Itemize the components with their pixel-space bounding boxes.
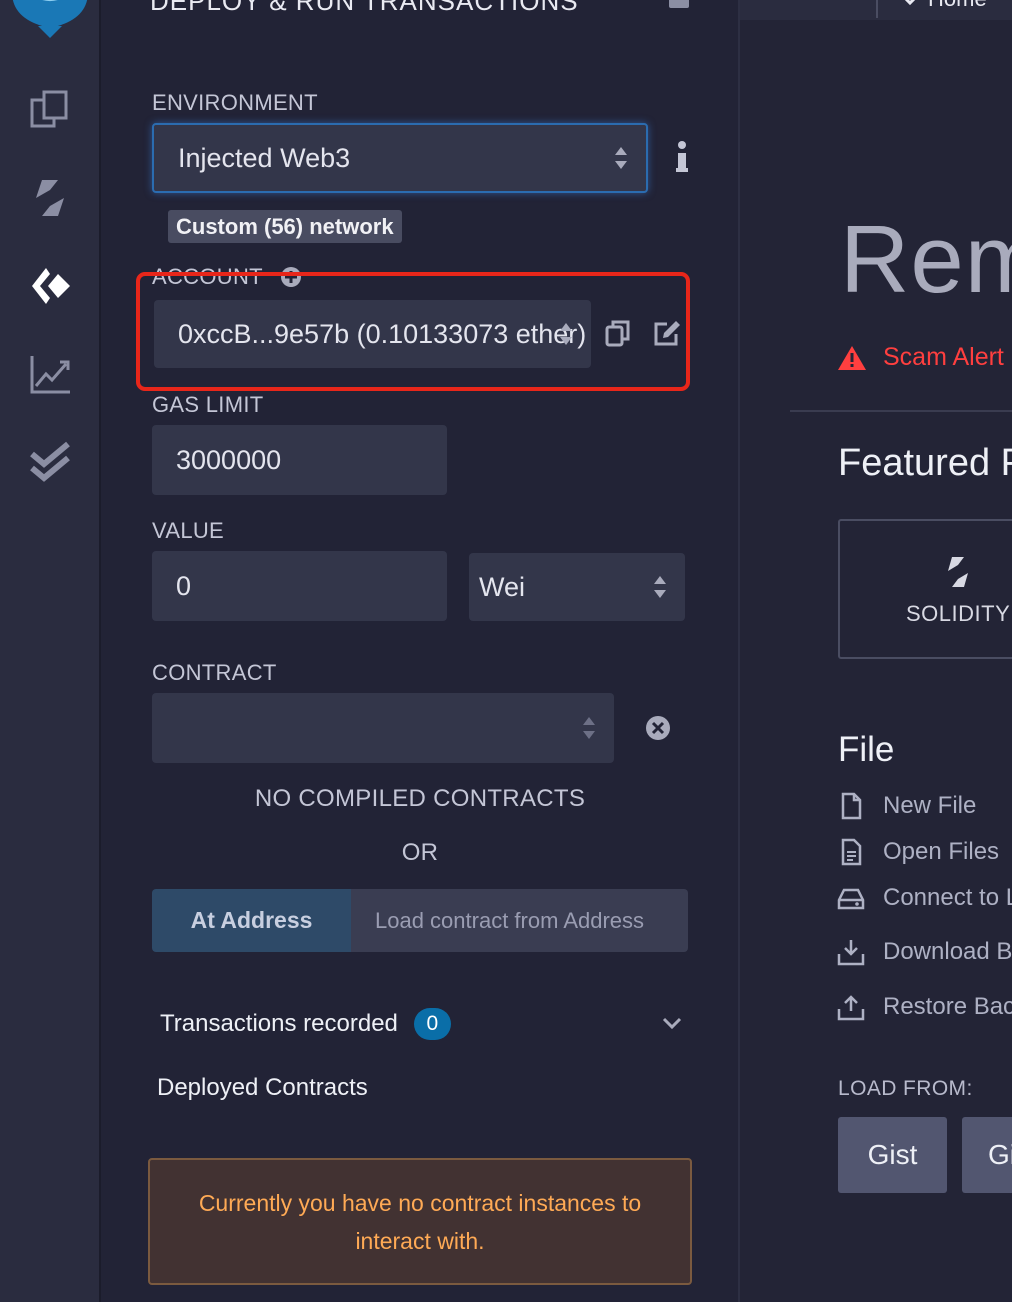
tab-home-label: Home	[928, 0, 987, 12]
value-unit-select[interactable]: Wei	[469, 553, 685, 621]
load-contract-address-input[interactable]: Load contract from Address	[351, 889, 688, 952]
select-caret-icon	[654, 576, 666, 598]
load-gist-button[interactable]: Gist	[838, 1117, 947, 1193]
clear-times-circle-icon[interactable]	[645, 715, 671, 741]
panel-title: DEPLOY & RUN TRANSACTIONS	[150, 0, 579, 16]
restore-backup-link[interactable]: Restore Backup	[837, 993, 1012, 1021]
transactions-recorded-row[interactable]: Transactions recorded 0	[160, 1008, 451, 1040]
connect-localhost-link[interactable]: Connect to Localhost	[837, 884, 1012, 912]
restore-backup-label: Restore Backup	[883, 993, 1012, 1020]
gas-limit-input[interactable]: 3000000	[152, 425, 447, 495]
value-unit-selected: Wei	[479, 571, 526, 602]
upload-icon	[837, 995, 865, 1021]
solidity-icon	[948, 557, 968, 587]
deploy-run-panel: DEPLOY & RUN TRANSACTIONS ENVIRONMENT In…	[102, 0, 738, 1302]
hard-drive-icon	[837, 888, 865, 910]
contract-label: CONTRACT	[152, 660, 277, 685]
solidity-card-label: SOLIDITY	[906, 601, 1011, 626]
analysis-chart-icon[interactable]	[28, 352, 72, 396]
tab-home[interactable]: Home	[900, 0, 987, 12]
environment-selected-value: Injected Web3	[178, 142, 351, 173]
remix-home-icon	[904, 0, 916, 6]
info-icon[interactable]	[675, 140, 689, 174]
file-icon	[841, 792, 862, 820]
hero-title: Remix	[840, 206, 1012, 313]
network-badge: Custom (56) network	[168, 210, 402, 243]
deployed-contracts-label: Deployed Contracts	[157, 1074, 368, 1101]
remix-logo-icon[interactable]	[8, 0, 92, 38]
solidity-compiler-icon[interactable]	[28, 176, 72, 220]
environment-select[interactable]: Injected Web3	[152, 123, 648, 193]
solidity-plugin-card[interactable]: SOLIDITY	[838, 519, 1012, 659]
scam-alert-link[interactable]: Scam Alert	[837, 343, 1004, 372]
chevron-down-icon[interactable]	[662, 1016, 682, 1030]
value-label: VALUE	[152, 518, 225, 543]
file-text-icon	[841, 838, 862, 866]
account-highlight-box	[136, 272, 690, 391]
icon-rail	[0, 0, 101, 1302]
transactions-count-badge: 0	[413, 1008, 451, 1040]
new-file-label: New File	[883, 792, 977, 819]
featured-plugins-title: Featured Plugins	[838, 442, 1012, 484]
file-explorer-icon[interactable]	[28, 88, 72, 132]
at-address-group: At Address Load contract from Address	[152, 889, 688, 952]
open-files-label: Open Files	[883, 838, 1000, 865]
transactions-recorded-label: Transactions recorded	[160, 1010, 398, 1037]
file-section-title: File	[838, 730, 895, 769]
tab-separator	[876, 0, 878, 18]
no-compiled-contracts-text: NO COMPILED CONTRACTS	[254, 785, 586, 812]
testing-check-icon[interactable]	[28, 440, 72, 484]
environment-label: ENVIRONMENT	[152, 90, 318, 115]
docs-book-icon[interactable]	[668, 0, 690, 12]
new-file-link[interactable]: New File	[837, 792, 976, 820]
download-icon	[837, 940, 865, 966]
download-backup-label: Download Backup	[883, 938, 1012, 965]
select-caret-icon	[615, 147, 627, 169]
deploy-run-icon[interactable]	[28, 264, 72, 308]
select-caret-icon	[583, 717, 595, 739]
gas-limit-label: GAS LIMIT	[152, 392, 264, 417]
home-main-area: Home Remix Scam Alert Featured Plugins S…	[740, 0, 1012, 1302]
load-from-label: LOAD FROM:	[838, 1077, 973, 1100]
section-divider	[790, 410, 1012, 412]
scam-alert-text: Scam Alert	[883, 343, 1004, 371]
at-address-button[interactable]: At Address	[152, 889, 351, 952]
connect-localhost-label: Connect to Localhost	[883, 884, 1012, 911]
contract-select[interactable]	[152, 693, 614, 763]
value-input[interactable]: 0	[152, 551, 447, 621]
no-instances-warning: Currently you have no contract instances…	[148, 1158, 692, 1285]
exclamation-triangle-icon	[838, 345, 866, 370]
or-text: OR	[401, 839, 439, 866]
load-github-button[interactable]: GitHub	[962, 1117, 1012, 1193]
download-backup-link[interactable]: Download Backup	[837, 938, 1012, 966]
open-files-link[interactable]: Open Files	[837, 838, 999, 866]
